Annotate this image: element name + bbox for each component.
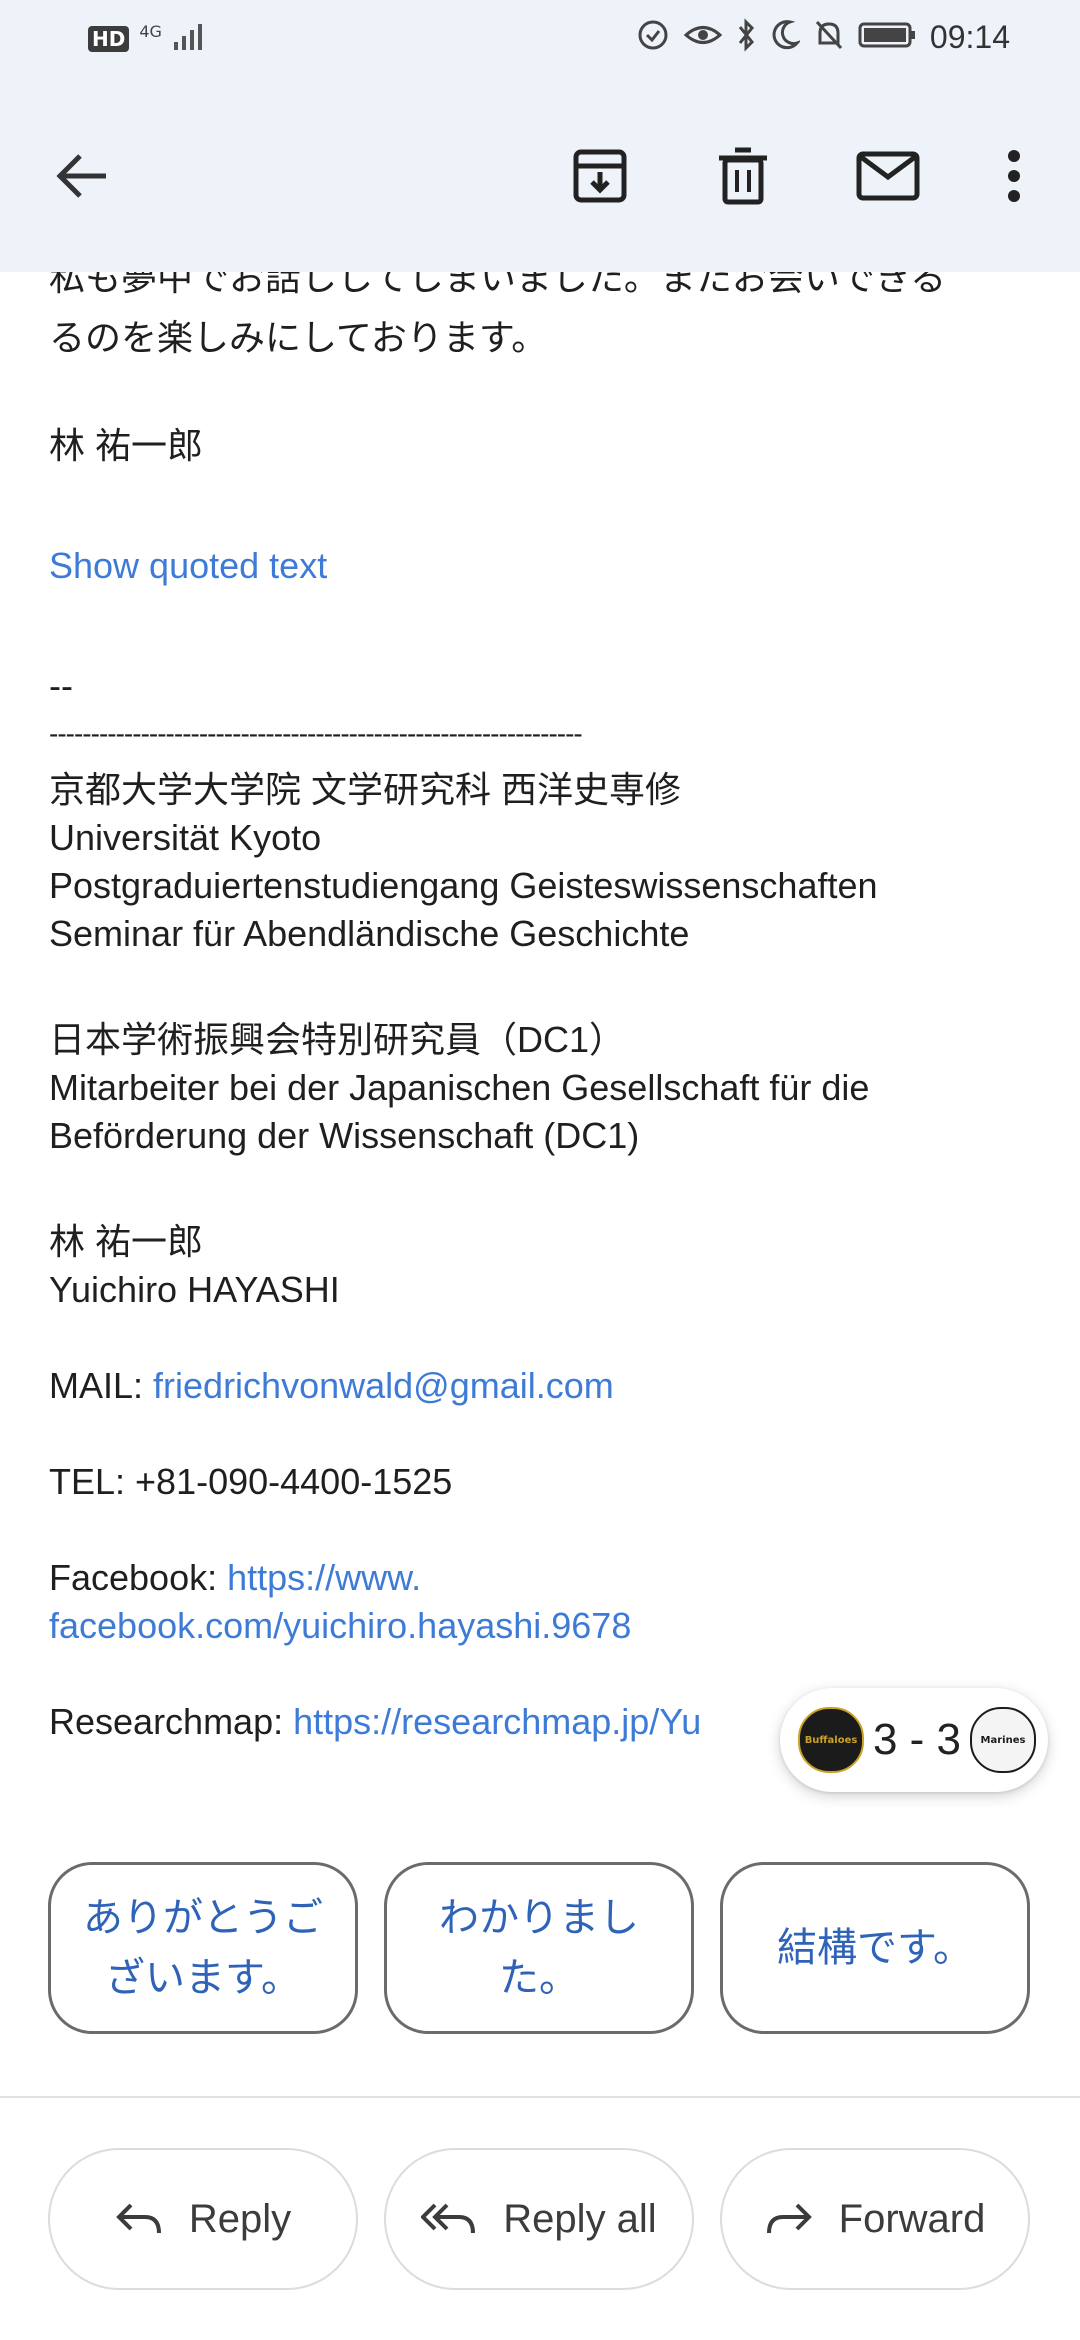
more-options-button[interactable] [978,140,1050,212]
mail-row: MAIL: friedrichvonwald@gmail.com [49,1362,614,1410]
archive-button[interactable] [564,140,636,212]
reply-button[interactable]: Reply [48,2148,358,2290]
marines-logo: Marines [969,1707,1036,1773]
smart-reply-chip[interactable]: わかりました。 [384,1862,694,2034]
forward-label: Forward [838,2196,986,2241]
mute-bell-icon [814,19,844,55]
reply-icon [116,2203,161,2234]
smart-reply-chip[interactable]: 結構です。 [720,1862,1030,2034]
reply-all-label: Reply all [503,2196,657,2241]
live-score-widget[interactable]: Buffaloes 3 - 3 Marines [780,1688,1048,1792]
facebook-row: Facebook: https://www. [49,1554,421,1602]
bluetooth-icon [736,18,756,56]
researchmap-label: Researchmap: [49,1701,294,1742]
mail-link[interactable]: friedrichvonwald@gmail.com [153,1365,614,1406]
battery-icon [858,21,916,53]
moon-icon [770,19,802,55]
archive-icon [573,149,627,203]
home-team-logo-text: Buffaloes [804,1734,858,1746]
signature-name-jp: 林 祐一郎 [49,1221,204,1262]
arrow-left-icon [56,154,106,198]
data-saver-icon [636,18,670,56]
mail-icon [856,151,920,201]
body-text-line: るのを楽しみにしております。 [49,317,548,358]
more-vert-icon [1008,150,1020,202]
score-text: 3 - 3 [872,1715,962,1764]
network-type-label: 4G [139,21,162,41]
divider [0,2096,1080,2098]
back-button[interactable] [46,140,118,212]
status-right: 09:14 [636,18,1010,56]
forward-button[interactable]: Forward [720,2148,1030,2290]
app-header: HD 4G 09:14 [0,0,1080,272]
away-team-logo-text: Marines [980,1734,1026,1746]
researchmap-link[interactable]: https://researchmap.jp/Yu [293,1701,701,1742]
forward-icon [766,2203,812,2234]
signature-name-en: Yuichiro HAYASHI [49,1269,340,1310]
buffaloes-logo: Buffaloes [798,1707,864,1773]
researchmap-row: Researchmap: https://researchmap.jp/Yu [49,1698,701,1746]
signature-dash: -- [49,665,73,706]
facebook-label: Facebook: [49,1557,228,1598]
signature-line: 日本学術振興会特別研究員（DC1） [49,1019,626,1060]
signature-line: Beförderung der Wissenschaft (DC1) [49,1115,640,1156]
trash-icon [719,147,767,205]
reply-all-button[interactable]: Reply all [384,2148,694,2290]
clock: 09:14 [929,18,1010,55]
reply-label: Reply [188,2196,292,2241]
signature-line: Mitarbeiter bei der Japanischen Gesellsc… [49,1067,870,1108]
delete-button[interactable] [707,140,779,212]
signature-line: Universität Kyoto [49,817,322,858]
tel-row: TEL: +81-090-4400-1525 [49,1461,453,1502]
status-bar: HD 4G 09:14 [0,0,1080,80]
hd-badge: HD [88,26,130,52]
facebook-link[interactable]: facebook.com/yuichiro.hayashi.9678 [49,1602,631,1650]
signature-rule: ----------------------------------------… [49,718,583,749]
signature-line: 京都大学大学院 文学研究科 西洋史専修 [49,769,682,810]
eye-comfort-icon [683,20,723,54]
mark-unread-button[interactable] [852,140,924,212]
signature-line: Seminar für Abendländische Geschichte [49,913,690,954]
reply-all-icon [421,2203,476,2234]
facebook-link[interactable]: https://www. [227,1557,421,1598]
show-quoted-text-link[interactable]: Show quoted text [49,542,327,590]
mail-label: MAIL: [49,1365,154,1406]
sender-name: 林 祐一郎 [49,425,204,466]
status-left: HD 4G [88,22,206,56]
signature-line: Postgraduiertenstudiengang Geisteswissen… [49,865,878,906]
smart-reply-chip[interactable]: ありがとうございます。 [48,1862,358,2034]
signal-icon [172,22,206,56]
